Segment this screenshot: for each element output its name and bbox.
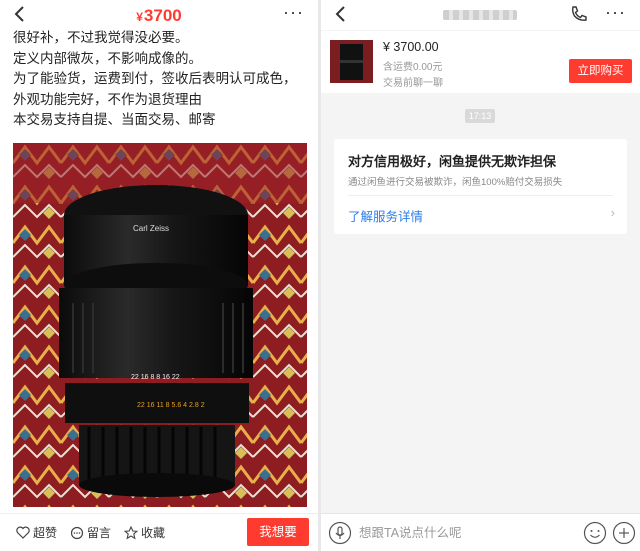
- back-arrow-icon[interactable]: [331, 4, 351, 24]
- voice-icon[interactable]: [328, 521, 352, 545]
- item-card[interactable]: ¥ 3700.00 含运费0.00元 交易前聊一聊 立即购买: [321, 31, 640, 93]
- dof-scale: 22 16 8 8 16 22: [131, 374, 180, 381]
- comment-icon: [70, 526, 84, 539]
- item-thumbnail: [330, 40, 373, 83]
- description-line: 为了能验货，运费到付，签收后表明认可成色，: [13, 71, 297, 86]
- brand-label: Carl Zeiss: [133, 224, 169, 233]
- service-details-link[interactable]: 了解服务详情: [348, 206, 423, 225]
- comment-button[interactable]: 留言: [70, 524, 111, 541]
- buy-now-button[interactable]: 立即购买: [569, 59, 632, 83]
- star-icon: [124, 525, 138, 539]
- guarantee-description: 通过闲鱼进行交易被欺诈，闲鱼100%赔付交易损失: [348, 177, 563, 188]
- seller-name-blurred: [443, 10, 517, 20]
- chevron-right-icon[interactable]: ›: [611, 205, 615, 220]
- message-timestamp: 17:13: [465, 109, 495, 123]
- guarantee-title: 对方信用极好，闲鱼提供无欺诈担保: [348, 154, 557, 169]
- want-button[interactable]: 我想要: [247, 518, 309, 546]
- like-label: 超赞: [33, 526, 58, 540]
- heart-icon: [16, 526, 30, 539]
- message-input-bar: 想跟TA说点什么呢: [321, 513, 640, 551]
- message-input[interactable]: 想跟TA说点什么呢: [359, 522, 559, 544]
- emoji-icon[interactable]: [583, 521, 607, 545]
- description-line: 很好补，不过我觉得没必要。: [13, 30, 189, 45]
- item-price: ¥ 3700.00: [383, 40, 439, 54]
- listing-header: ¥3700 ···: [0, 0, 318, 30]
- listing-action-bar: 超赞 留言 收藏 我想要: [0, 513, 318, 551]
- listing-price: ¥3700: [136, 6, 182, 25]
- chat-note: 交易前聊一聊: [383, 78, 443, 89]
- more-icon[interactable]: ···: [283, 2, 304, 23]
- comment-label: 留言: [87, 526, 112, 540]
- chat-header: ···: [321, 0, 640, 30]
- favorite-label: 收藏: [141, 526, 166, 540]
- more-icon[interactable]: ···: [605, 2, 626, 23]
- listing-pane: ¥3700 ··· 很好补，不过我觉得没必要。 定义内部微灰，不影响成像的。 为…: [0, 0, 318, 551]
- shipping-info: 含运费0.00元: [383, 62, 443, 73]
- lens-photo[interactable]: Carl Zeiss 22 16 8 8 16 22 22 16 11 8 5.…: [13, 143, 307, 507]
- guarantee-card: 对方信用极好，闲鱼提供无欺诈担保 通过闲鱼进行交易被欺诈，闲鱼100%赔付交易损…: [334, 139, 627, 234]
- favorite-button[interactable]: 收藏: [124, 524, 165, 541]
- aperture-scale: 22 16 11 8 5.6 4 2.8 2: [137, 402, 205, 409]
- description-line: 本交易支持自提、当面交易、邮寄: [13, 112, 216, 127]
- like-button[interactable]: 超赞: [16, 524, 57, 541]
- chat-pane: ··· ¥ 3700.00 含运费0.00元 交易前聊一聊 立即购买 17:13…: [321, 0, 640, 551]
- plus-icon[interactable]: [612, 521, 636, 545]
- divider: [348, 195, 613, 196]
- description-line: 定义内部微灰，不影响成像的。: [13, 50, 202, 66]
- item-description: 很好补，不过我觉得没必要。 定义内部微灰，不影响成像的。 为了能验货，运费到付，…: [13, 28, 313, 131]
- phone-icon[interactable]: [569, 4, 589, 24]
- description-line: 外观功能完好，不作为退货理由: [13, 91, 202, 107]
